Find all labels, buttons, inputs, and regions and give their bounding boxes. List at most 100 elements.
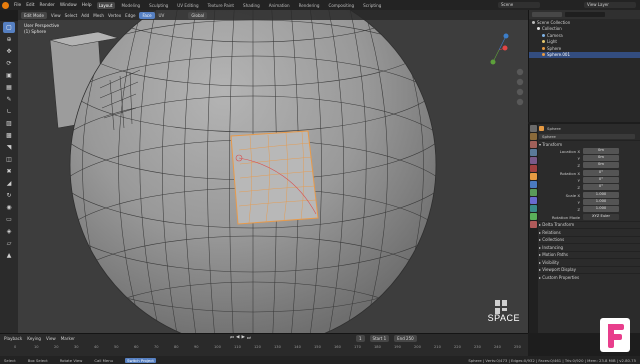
tool-tab-icon[interactable] xyxy=(530,125,537,132)
start-frame-field[interactable]: Start 1 xyxy=(369,334,390,342)
scale-tool-icon[interactable]: ▣ xyxy=(3,70,15,81)
render-tab-icon[interactable] xyxy=(530,133,537,140)
tab-shading[interactable]: Shading xyxy=(241,2,262,9)
particles-tab-icon[interactable] xyxy=(530,189,537,196)
vp-menu-vertex[interactable]: Vertex xyxy=(108,13,121,18)
tab-compositing[interactable]: Compositing xyxy=(326,2,356,9)
cursor-tool-icon[interactable]: ⊕ xyxy=(3,34,15,45)
constraints-tab-icon[interactable] xyxy=(530,205,537,212)
rotation-mode-select[interactable]: XYZ Euler xyxy=(583,214,619,220)
tl-menu-keying[interactable]: Keying xyxy=(27,336,41,341)
selected-patch[interactable] xyxy=(230,130,319,225)
menu-render[interactable]: Render xyxy=(40,3,55,8)
scale-z-field[interactable]: 1.000 xyxy=(583,206,619,212)
properties-section[interactable]: ▸ Viewport Display xyxy=(539,265,640,274)
jump-start-icon[interactable]: ⏮ xyxy=(230,335,234,341)
loop-cut-tool-icon[interactable]: ◫ xyxy=(3,154,15,165)
output-tab-icon[interactable] xyxy=(530,141,537,148)
vp-menu-mesh[interactable]: Mesh xyxy=(93,13,104,18)
scale-x-field[interactable]: 1.000 xyxy=(583,192,619,198)
tab-scripting[interactable]: Scripting xyxy=(361,2,383,9)
tl-menu-marker[interactable]: Marker xyxy=(61,336,75,341)
measure-tool-icon[interactable]: ∟ xyxy=(3,106,15,117)
tab-layout[interactable]: Layout xyxy=(96,1,115,9)
vp-menu-uv[interactable]: UV xyxy=(159,13,165,18)
vp-menu-view[interactable]: View xyxy=(51,13,61,18)
play-icon[interactable]: ▶ xyxy=(241,335,244,341)
location-x-field[interactable]: 0m xyxy=(583,148,619,154)
current-frame-field[interactable]: 1 xyxy=(355,334,365,342)
properties-section[interactable]: ▸ Instancing xyxy=(539,243,640,251)
shear-tool-icon[interactable]: ▱ xyxy=(3,238,15,249)
orientation-selector[interactable]: Global xyxy=(188,11,208,19)
extrude-tool-icon[interactable]: ▨ xyxy=(3,118,15,129)
rotation-y-field[interactable]: 0° xyxy=(583,177,619,183)
annotate-tool-icon[interactable]: ✎ xyxy=(3,94,15,105)
end-frame-field[interactable]: End 250 xyxy=(394,334,417,342)
properties-section[interactable]: ▸ Custom Properties xyxy=(539,273,640,281)
menu-window[interactable]: Window xyxy=(60,3,77,8)
tl-menu-view[interactable]: View xyxy=(46,336,56,341)
blender-logo-icon[interactable] xyxy=(2,1,9,9)
rip-tool-icon[interactable]: ▲ xyxy=(3,250,15,261)
knife-tool-icon[interactable]: ✖ xyxy=(3,166,15,177)
vp-menu-face[interactable]: Face xyxy=(139,11,155,19)
menu-edit[interactable]: Edit xyxy=(26,3,34,8)
tab-rendering[interactable]: Rendering xyxy=(297,2,322,9)
transform-tool-icon[interactable]: ▦ xyxy=(3,82,15,93)
tab-sculpting[interactable]: Sculpting xyxy=(147,2,170,9)
poly-build-tool-icon[interactable]: ◢ xyxy=(3,178,15,189)
view-layer-tab-icon[interactable] xyxy=(530,149,537,156)
properties-section[interactable]: ▸ Collections xyxy=(539,235,640,244)
data-tab-icon[interactable] xyxy=(530,213,537,220)
inset-tool-icon[interactable]: ▩ xyxy=(3,130,15,141)
menu-help[interactable]: Help xyxy=(82,3,92,8)
menu-file[interactable]: File xyxy=(14,3,21,8)
bevel-tool-icon[interactable]: ◥ xyxy=(3,142,15,153)
viewport-canvas[interactable] xyxy=(18,10,528,333)
rotate-tool-icon[interactable]: ⟳ xyxy=(3,58,15,69)
material-tab-icon[interactable] xyxy=(530,221,537,228)
scene-selector[interactable]: Scene xyxy=(498,2,540,8)
rotation-z-field[interactable]: 0° xyxy=(583,184,619,190)
outliner-search-input[interactable] xyxy=(565,12,605,17)
tab-texture-paint[interactable]: Texture Paint xyxy=(206,2,236,9)
3d-viewport[interactable]: Edit Mode View Select Add Mesh Vertex Ed… xyxy=(18,10,528,333)
location-z-field[interactable]: 0m xyxy=(583,162,619,168)
outliner-display-mode[interactable] xyxy=(532,12,562,17)
properties-section[interactable]: ▸ Visibility xyxy=(539,258,640,266)
scene-tab-icon[interactable] xyxy=(530,157,537,164)
move-tool-icon[interactable]: ✥ xyxy=(3,46,15,57)
vp-menu-select[interactable]: Select xyxy=(65,13,78,18)
select-box-tool-icon[interactable]: ▢ xyxy=(3,22,15,33)
tab-modeling[interactable]: Modeling xyxy=(120,2,143,9)
physics-tab-icon[interactable] xyxy=(530,197,537,204)
shrink-fatten-tool-icon[interactable]: ◈ xyxy=(3,226,15,237)
view-layer-selector[interactable]: View Layer xyxy=(584,2,636,8)
tab-animation[interactable]: Animation xyxy=(267,2,292,9)
location-y-field[interactable]: 0m xyxy=(583,155,619,161)
spin-tool-icon[interactable]: ↻ xyxy=(3,190,15,201)
properties-section[interactable]: ▸ Motion Paths xyxy=(539,250,640,259)
properties-section[interactable]: ▸ Delta Transform xyxy=(539,220,640,229)
properties-section[interactable]: ▸ Relations xyxy=(539,228,640,236)
modifier-tab-icon[interactable] xyxy=(530,181,537,188)
rotation-x-field[interactable]: 0° xyxy=(583,170,619,176)
object-tab-icon[interactable] xyxy=(530,173,537,180)
tab-uv-editing[interactable]: UV Editing xyxy=(175,2,200,9)
status-box-select: Box Select xyxy=(27,357,48,363)
vp-menu-add[interactable]: Add xyxy=(81,13,89,18)
outliner-item[interactable]: Sphere.001 xyxy=(529,51,640,58)
step-back-icon[interactable]: ◀ xyxy=(236,335,239,341)
section-transform[interactable]: ▾ Transform xyxy=(539,140,640,148)
edge-slide-tool-icon[interactable]: ▭ xyxy=(3,214,15,225)
smooth-tool-icon[interactable]: ◉ xyxy=(3,202,15,213)
world-tab-icon[interactable] xyxy=(530,165,537,172)
vp-menu-edge[interactable]: Edge xyxy=(125,13,135,18)
tl-menu-playback[interactable]: Playback xyxy=(4,336,22,341)
scale-y-field[interactable]: 1.000 xyxy=(583,199,619,205)
object-name-field[interactable]: Sphere xyxy=(539,133,635,140)
mode-selector[interactable]: Edit Mode xyxy=(21,11,47,19)
jump-end-icon[interactable]: ⏭ xyxy=(247,335,251,341)
timeline-ruler[interactable]: 0 10 20 30 40 50 60 70 80 90 100 110 120 130 140 150 160… xyxy=(4,343,524,355)
